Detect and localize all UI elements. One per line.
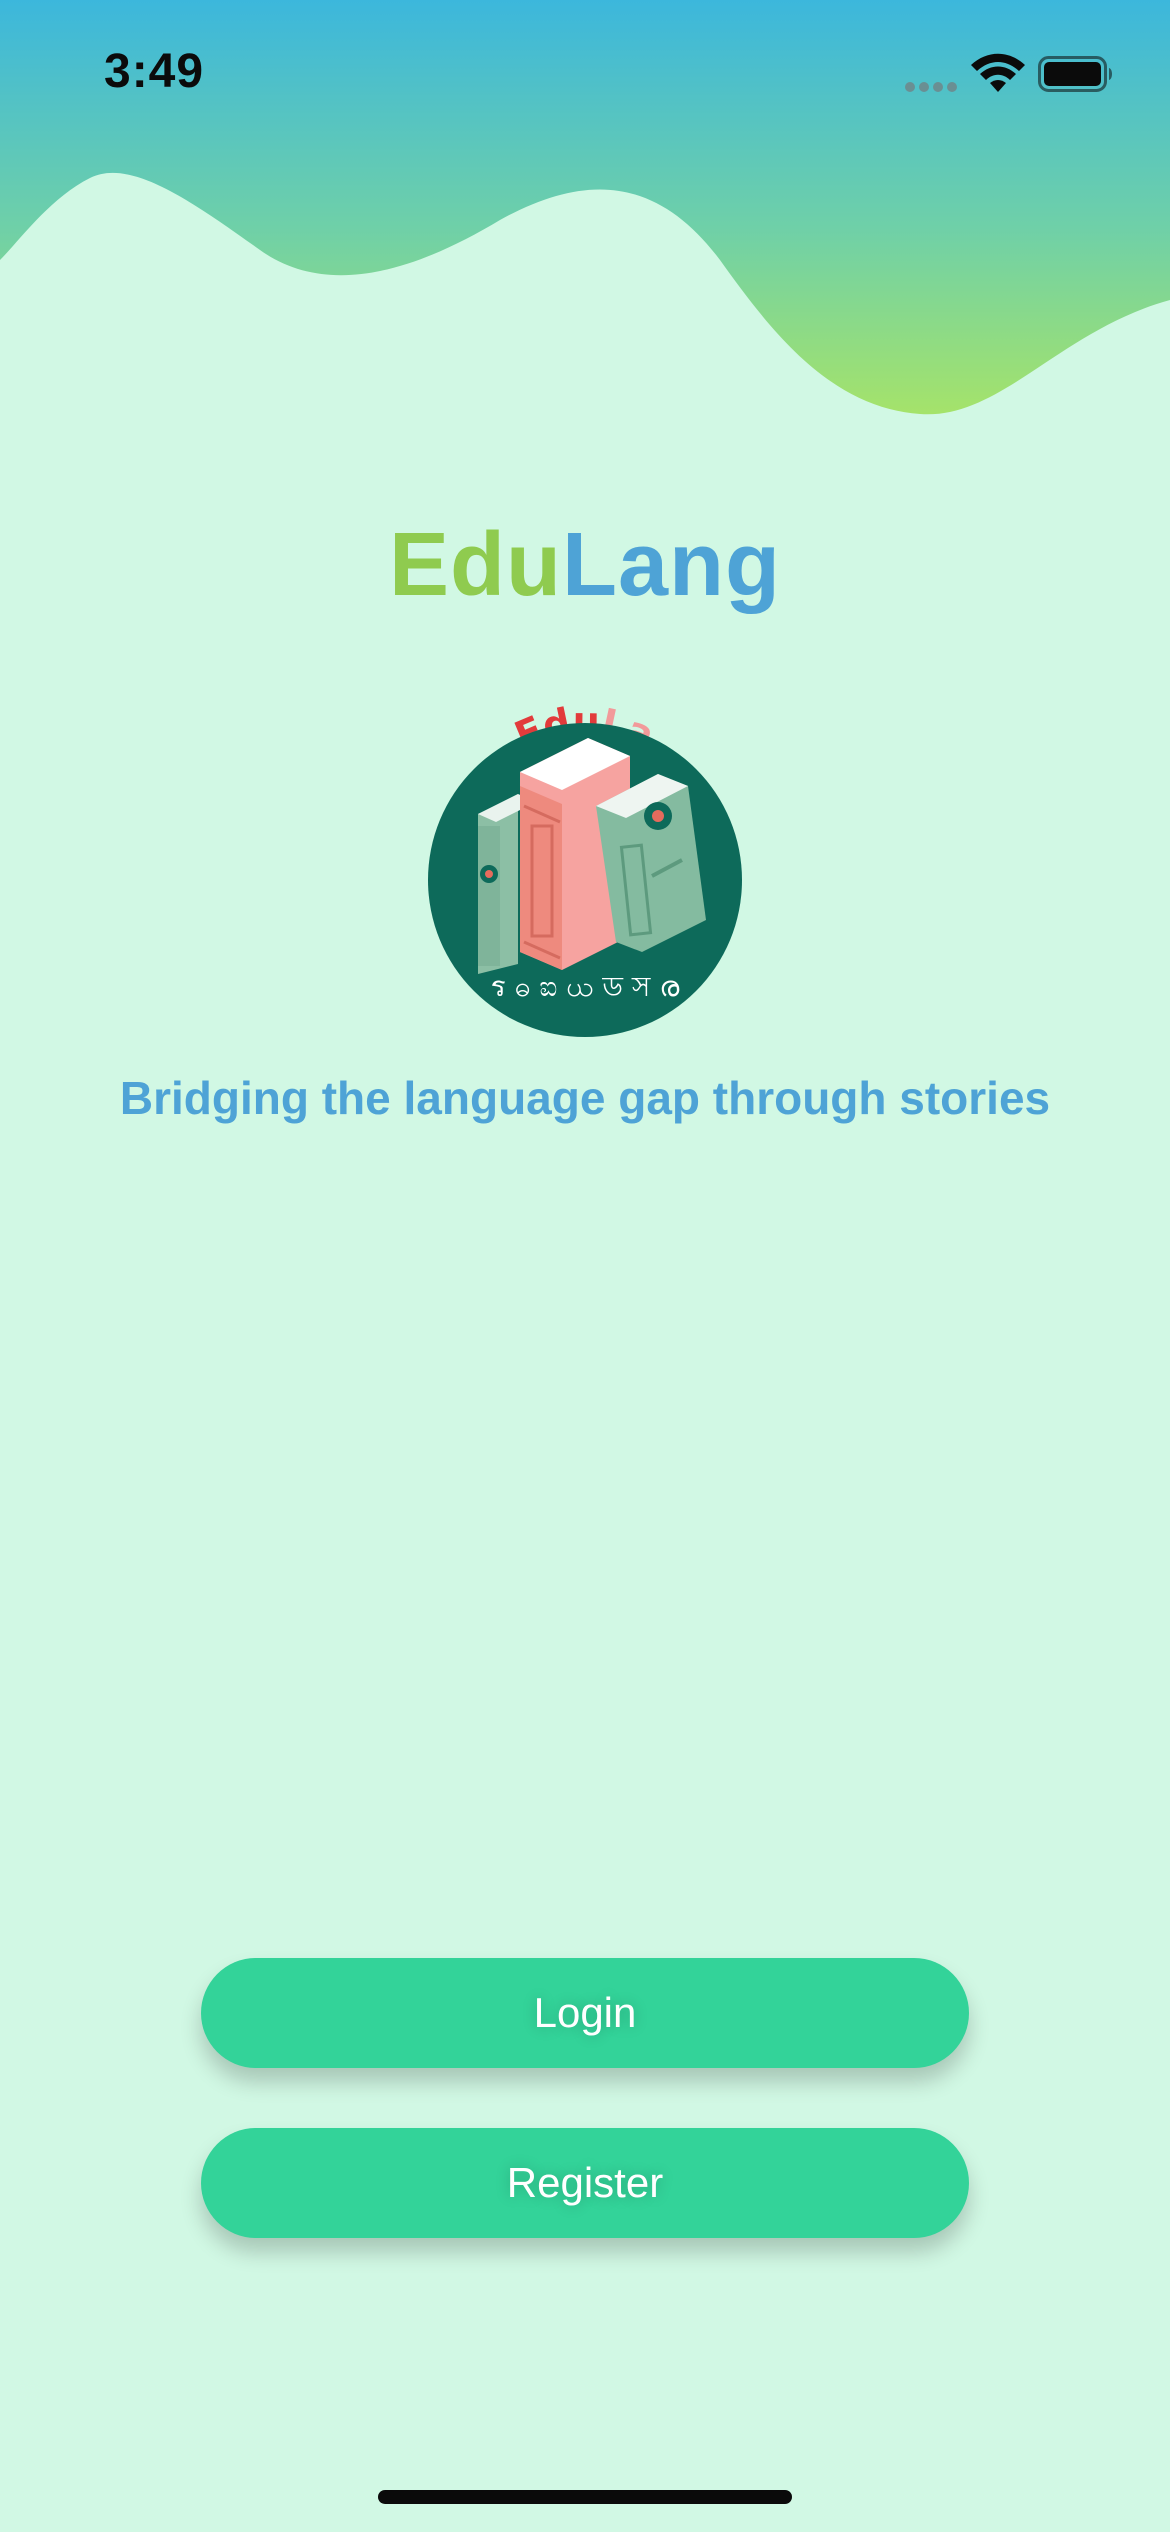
home-indicator[interactable] [378,2490,792,2504]
register-button[interactable]: Register [201,2128,969,2238]
login-button[interactable]: Login [201,1958,969,2068]
logo-script-characters: ร ဓ ಐ ယ ড স ര [491,970,681,1003]
edulang-logo: EduLang ร ဓ ಐ ယ ড স ര [420,676,742,1037]
wifi-icon [971,53,1025,92]
tagline: Bridging the language gap through storie… [119,1072,1051,1124]
battery-icon [1038,56,1112,92]
app-title: EduLang [0,510,1170,620]
app-title-lang: Lang [562,515,781,615]
app-title-edu: Edu [389,515,562,615]
status-time: 3:49 [104,45,205,98]
cellular-signal-icon [905,82,957,92]
status-bar: 3:49 [0,0,1170,140]
